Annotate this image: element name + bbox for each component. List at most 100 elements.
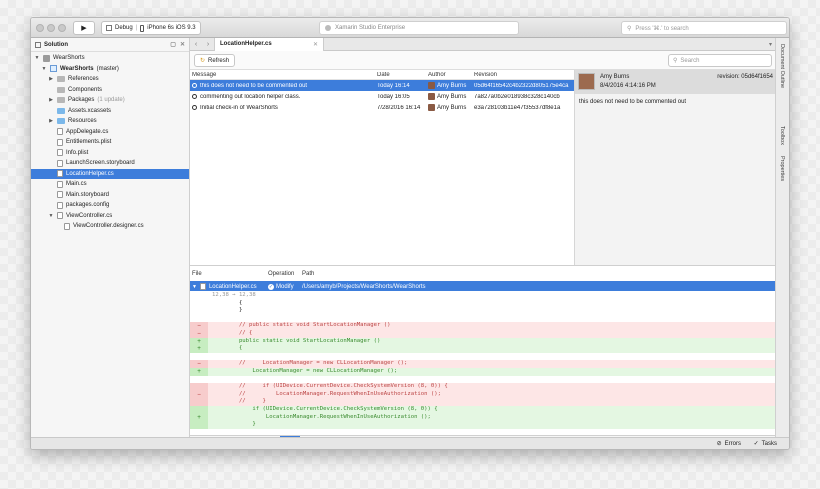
tree-item-label: packages.config [66, 202, 110, 209]
config-selector[interactable]: Debug | iPhone 6s iOS 9.3 [101, 21, 201, 35]
commit-node-icon [192, 105, 197, 110]
folder-icon [57, 107, 65, 114]
diff-code: // LocationManager = new CLLocationManag… [212, 360, 408, 367]
errors-button[interactable]: ⊘ Errors [717, 440, 741, 448]
tasks-button[interactable]: ✓ Tasks [754, 440, 777, 448]
tab-location-helper[interactable]: LocationHelper.cs ✕ [214, 37, 324, 51]
tree-item[interactable]: Info.plist [31, 148, 189, 159]
disclosure-arrow-icon[interactable]: ▼ [41, 66, 47, 72]
tree-item[interactable]: packages.config [31, 200, 189, 211]
diff-gutter: − [190, 360, 208, 368]
commit-author-cell: Amy Burns [428, 82, 474, 89]
tree-item[interactable]: AppDelegate.cs [31, 127, 189, 138]
refresh-button[interactable]: ↻ Refresh [194, 54, 236, 67]
back-arrow-icon[interactable]: ‹ [190, 41, 202, 48]
diff-line: − // public static void StartLocationMan… [190, 322, 775, 330]
tree-item-label: AppDelegate.cs [66, 128, 109, 135]
tree-item[interactable]: ▼ ViewController.cs [31, 211, 189, 222]
diff-gutter [190, 353, 208, 361]
disclosure-arrow-icon[interactable]: ▶ [48, 97, 54, 103]
tree-item[interactable]: ▼ WearShorts [31, 53, 189, 64]
tree-item[interactable]: Assets.xcassets [31, 106, 189, 117]
tree-item-label: Resources [68, 118, 97, 125]
forward-arrow-icon[interactable]: › [202, 41, 214, 48]
global-search-input[interactable]: ⚲ Press '⌘.' to search [621, 21, 787, 35]
expand-arrow-icon[interactable]: ▼ [192, 284, 197, 290]
tree-item-label: Info.plist [66, 149, 89, 156]
diff-gutter [190, 315, 208, 323]
tree-item[interactable]: LaunchScreen.storyboard [31, 158, 189, 169]
status-display: Xamarin Studio Enterprise [319, 21, 519, 35]
disclosure-arrow-icon[interactable]: ▼ [48, 213, 54, 219]
commit-row[interactable]: Initial check-in of WearShorts 7/28/2016 … [190, 102, 574, 113]
log-search-input[interactable]: ⚲ Search [668, 54, 772, 67]
diff-code: // { [212, 329, 253, 336]
zoom-window-button[interactable] [58, 24, 66, 32]
diff-gutter [190, 307, 208, 315]
tree-item[interactable]: ▼ WearShorts (master) [31, 64, 189, 75]
tab-dropdown-icon[interactable]: ▾ [769, 41, 772, 48]
document-outline-pad-tab[interactable]: Document Outline [779, 44, 785, 88]
diff-line: 12,38 → 12,38 [190, 292, 775, 300]
minimize-window-button[interactable] [47, 24, 55, 32]
search-icon: ⚲ [627, 25, 632, 32]
tree-item-label: LaunchScreen.storyboard [66, 160, 135, 167]
disclosure-arrow-icon[interactable]: ▼ [34, 55, 40, 61]
folder-gray-icon [57, 86, 65, 93]
tree-item[interactable]: Main.storyboard [31, 190, 189, 201]
config-label: Debug [115, 25, 133, 31]
column-author[interactable]: Author [428, 72, 474, 78]
toolbox-pad-tab[interactable]: Toolbox [779, 126, 785, 145]
avatar [428, 104, 435, 111]
diff-view: 12,38 → 12,38 { } − // public static void… [190, 291, 775, 435]
tab-label: LocationHelper.cs [220, 41, 272, 47]
diff-line: // if (UIDevice.CurrentDevice.CheckSyste… [190, 383, 775, 391]
commit-row[interactable]: this does not need to be commented out To… [190, 80, 574, 91]
global-search-placeholder: Press '⌘.' to search [635, 25, 689, 32]
commit-date: 7/28/2016 16:14 [377, 104, 421, 111]
commit-row[interactable]: commenting out location helper class. Tod… [190, 91, 574, 102]
tree-item[interactable]: Entitlements.plist [31, 137, 189, 148]
diff-gutter: + [190, 337, 208, 346]
modify-check-icon: ✓ [268, 283, 274, 290]
column-path[interactable]: Path [302, 271, 775, 277]
run-button[interactable]: ▶ [73, 21, 95, 35]
tree-item[interactable]: Components [31, 85, 189, 96]
tree-item[interactable]: ▶ Packages (1 update) [31, 95, 189, 106]
column-operation[interactable]: Operation [268, 271, 302, 277]
operation-cell: ✓ Modify [268, 283, 302, 290]
close-tab-icon[interactable]: ✕ [313, 41, 318, 48]
status-text: Xamarin Studio Enterprise [335, 25, 406, 31]
folder-icon [57, 118, 65, 125]
tree-item-suffix: (1 update) [97, 97, 125, 104]
tree-item[interactable]: Main.cs [31, 179, 189, 190]
tree-item-label: Entitlements.plist [66, 139, 112, 146]
tree-item-label: ViewController.designer.cs [73, 223, 144, 230]
minimize-pad-icon[interactable]: ▢ [170, 41, 176, 48]
close-pad-icon[interactable]: ✕ [180, 41, 185, 48]
project-icon [50, 65, 57, 73]
diff-gutter [190, 383, 208, 391]
commit-node-icon [192, 83, 197, 88]
close-window-button[interactable] [36, 24, 44, 32]
tree-item-label: WearShorts [53, 55, 85, 62]
tree-item[interactable]: ▶ Resources [31, 116, 189, 127]
disclosure-arrow-icon[interactable]: ▶ [48, 118, 54, 124]
tree-item[interactable]: LocationHelper.cs [31, 168, 189, 179]
play-icon: ▶ [81, 25, 87, 32]
solution-pad-icon [35, 41, 41, 48]
detail-author: Amy Burns [600, 74, 630, 80]
column-date[interactable]: Date [377, 72, 428, 78]
tree-item[interactable]: ▶ References [31, 74, 189, 85]
commit-revision: e3a728103b11e47f35537df8e1a [474, 104, 561, 111]
properties-pad-tab[interactable]: Properties [779, 156, 785, 181]
commit-detail: Amy Burns 8/4/2016 4:14:16 PM revision: … [575, 70, 775, 265]
tree-item[interactable]: ViewController.designer.cs [31, 221, 189, 232]
file-cell: ▼ LocationHelper.cs [190, 283, 268, 290]
detail-message: this does not need to be commented out [579, 99, 687, 105]
column-revision[interactable]: Revision [474, 72, 574, 78]
diff-code: if (UIDevice.CurrentDevice.CheckSystemVe… [212, 405, 438, 412]
column-message[interactable]: Message [190, 72, 377, 78]
disclosure-arrow-icon[interactable]: ▶ [48, 76, 54, 82]
column-file[interactable]: File [190, 271, 268, 277]
